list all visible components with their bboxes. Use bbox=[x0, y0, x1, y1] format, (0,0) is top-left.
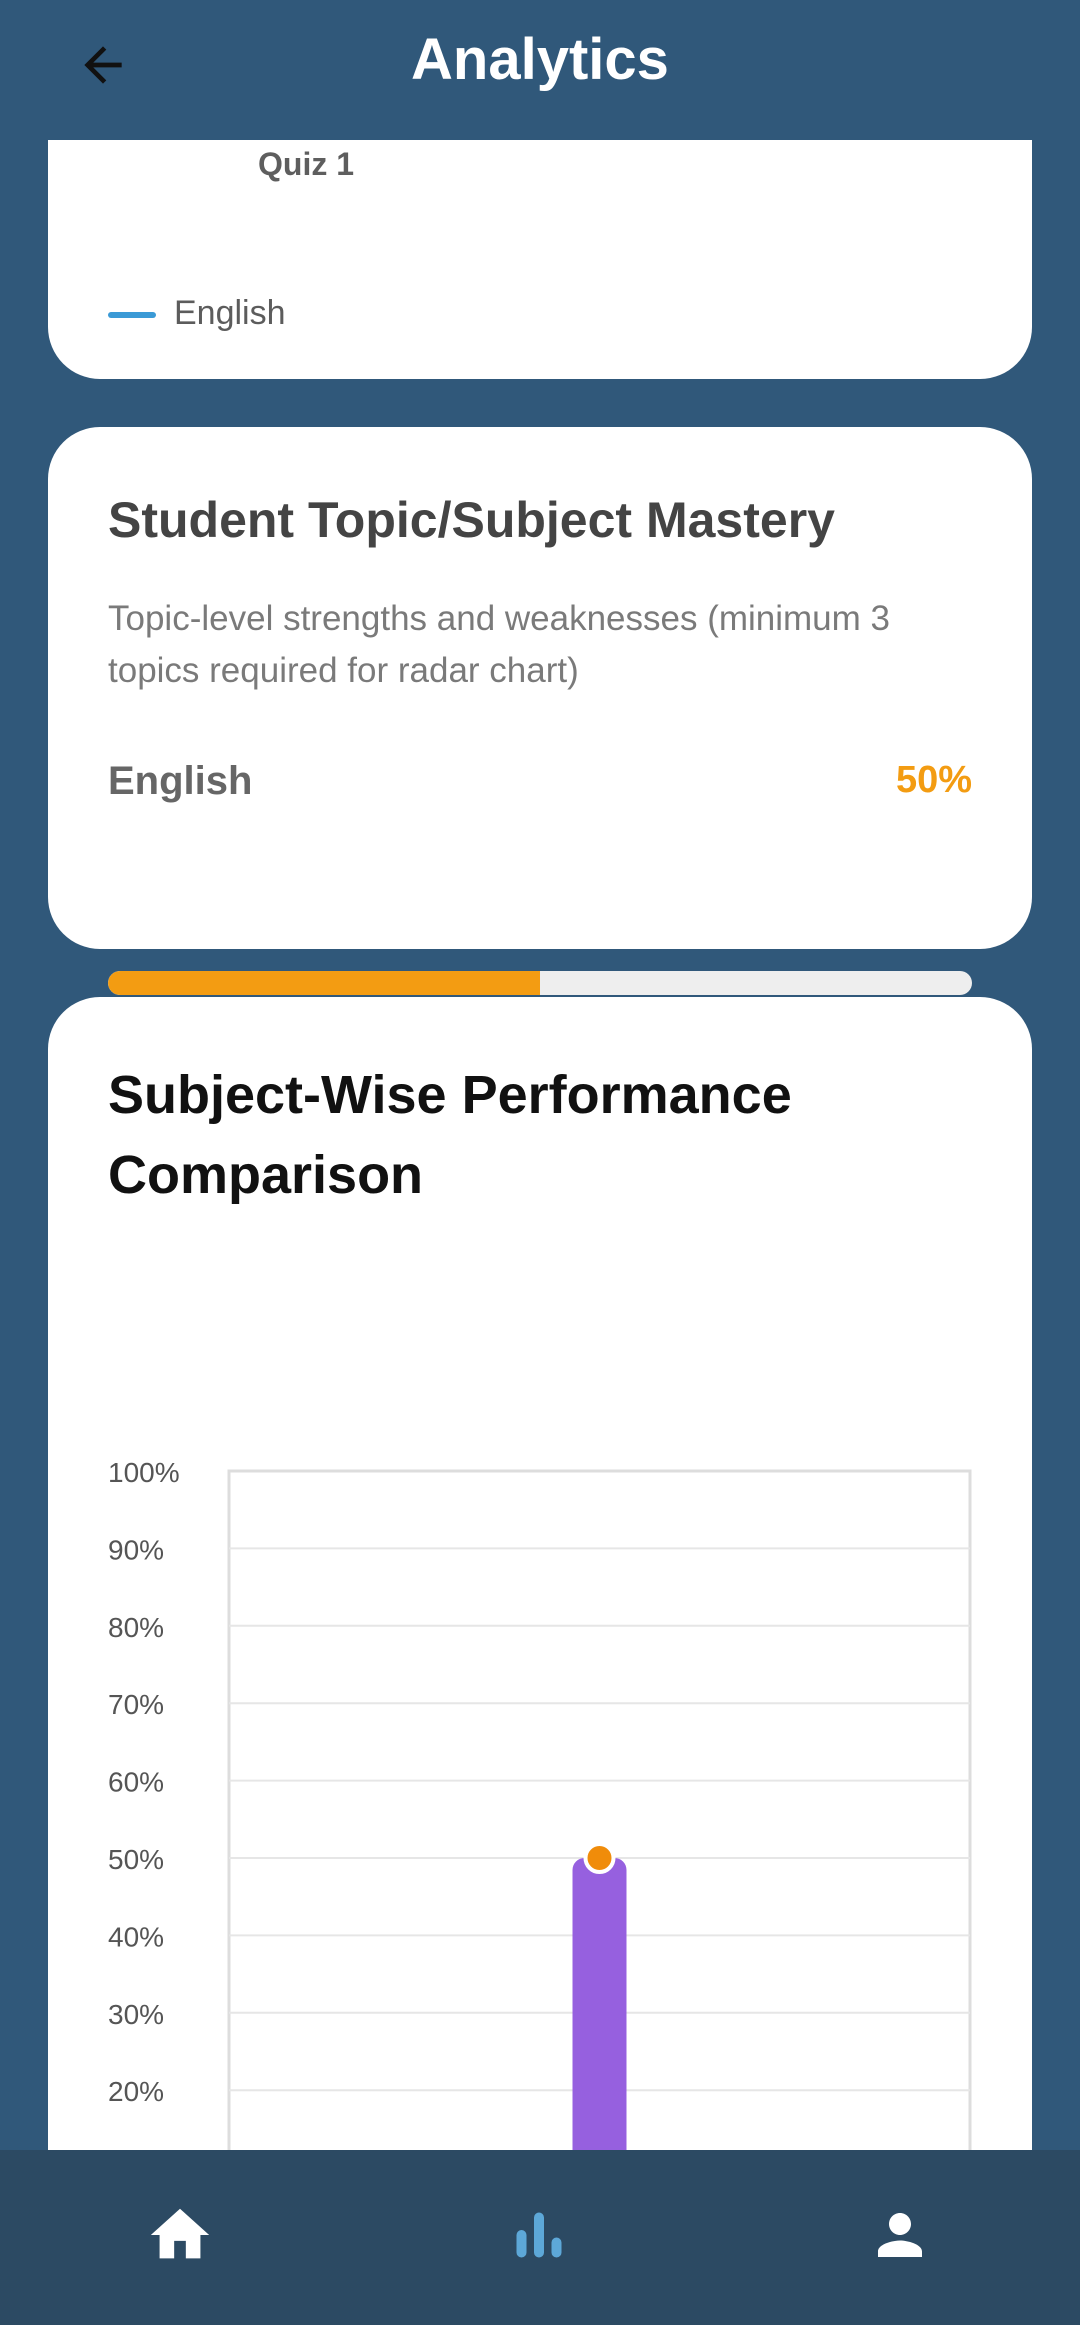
comparison-chart: 0%10%20%30%40%50%60%70%80%90%100%Eng bbox=[108, 1457, 972, 2150]
mastery-progress-track bbox=[108, 971, 972, 995]
previous-chart-card: Quiz 1 English bbox=[48, 140, 1032, 379]
x-axis-label: Quiz 1 bbox=[258, 146, 355, 182]
legend-label: English bbox=[174, 294, 286, 332]
page-title: Analytics bbox=[411, 27, 669, 92]
mastery-card: Student Topic/Subject Mastery Topic-leve… bbox=[48, 427, 1032, 995]
content-scroll[interactable]: Quiz 1 English Student Topic/Subject Mas… bbox=[0, 140, 1080, 2150]
y-tick-label: 100% bbox=[108, 1457, 180, 1488]
mastery-progress-fill bbox=[108, 971, 540, 995]
y-tick-label: 20% bbox=[108, 2076, 164, 2107]
person-icon bbox=[878, 2213, 922, 2257]
bar-chart-icon bbox=[516, 2212, 562, 2258]
bottom-navigation bbox=[0, 2150, 1080, 2325]
mastery-subject-name: English bbox=[108, 759, 253, 803]
y-tick-label: 40% bbox=[108, 1921, 164, 1952]
home-icon bbox=[150, 2208, 210, 2259]
legend-swatch bbox=[108, 312, 156, 318]
app-header: Analytics bbox=[0, 0, 1080, 140]
nav-home-button[interactable] bbox=[135, 2190, 225, 2280]
mastery-subject-percent: 50% bbox=[895, 759, 972, 801]
nav-profile-button[interactable] bbox=[855, 2190, 945, 2280]
y-tick-label: 70% bbox=[108, 1689, 164, 1720]
analytics-screen: Analytics Quiz 1 English Student Topic/S… bbox=[0, 0, 1080, 2325]
y-tick-label: 30% bbox=[108, 1999, 164, 2030]
y-tick-label: 60% bbox=[108, 1767, 164, 1798]
mastery-description: Topic-level strengths and weaknesses (mi… bbox=[108, 599, 890, 690]
y-tick-label: 90% bbox=[108, 1534, 164, 1565]
mastery-title: Student Topic/Subject Mastery bbox=[108, 492, 835, 548]
nav-analytics-button[interactable] bbox=[494, 2190, 584, 2280]
comparison-card: Subject-Wise Performance Comparison 0%10… bbox=[48, 997, 1032, 2150]
data-point bbox=[583, 1842, 616, 1874]
y-tick-label: 80% bbox=[108, 1612, 164, 1643]
bar bbox=[572, 1858, 627, 2150]
y-tick-label: 50% bbox=[108, 1844, 164, 1875]
